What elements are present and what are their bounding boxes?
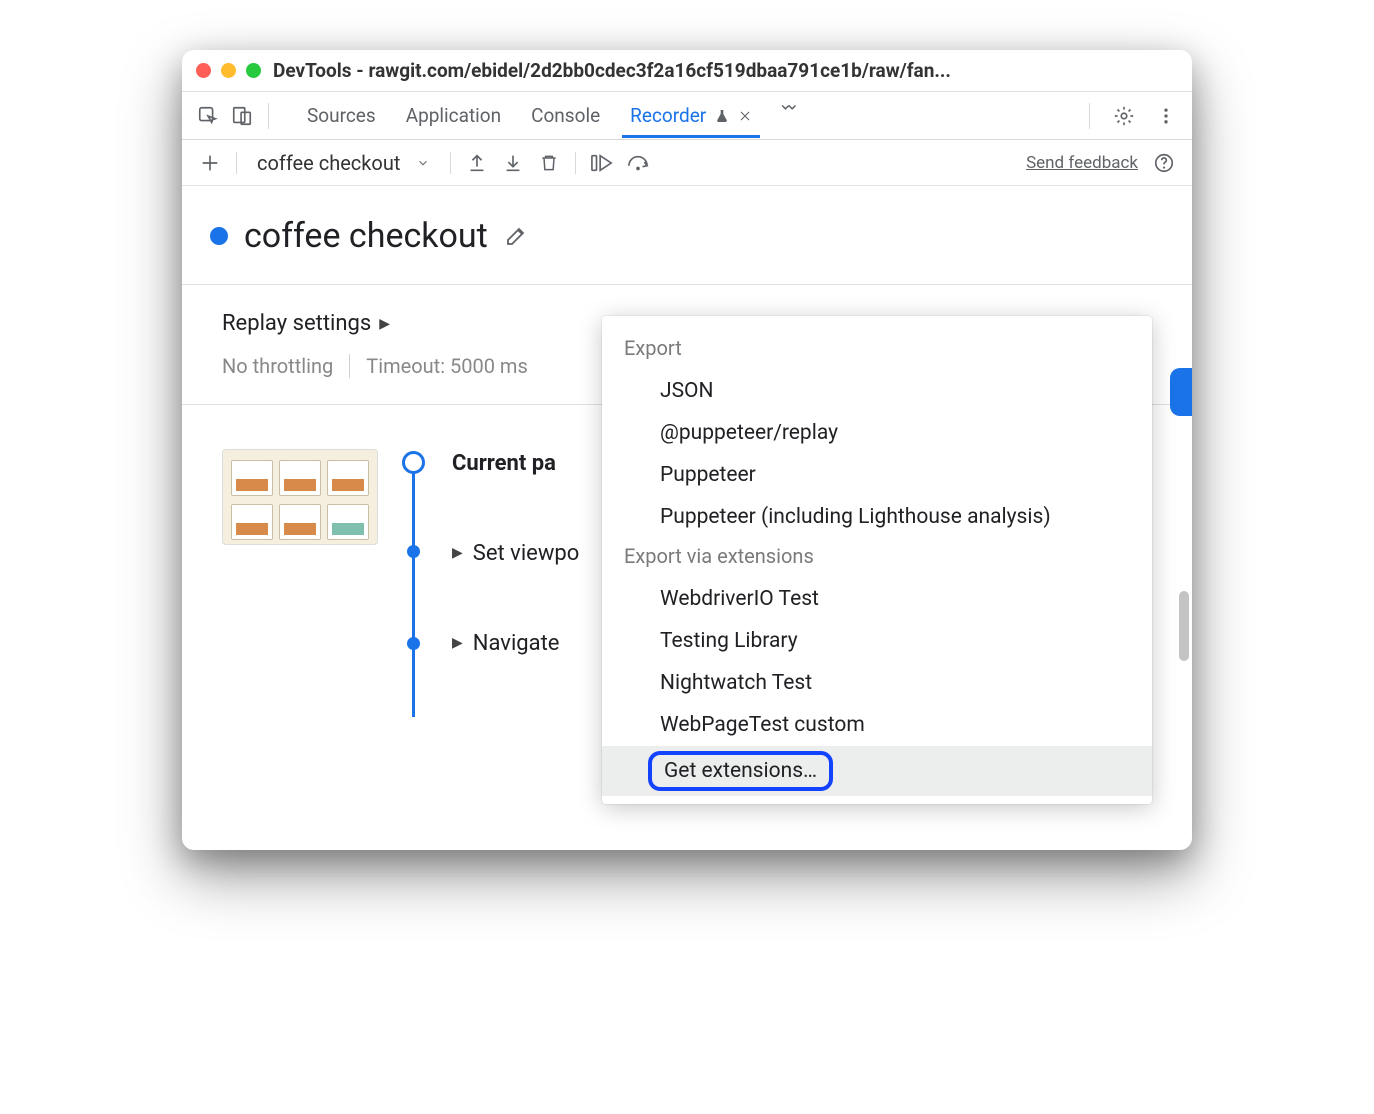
tab-recorder-label: Recorder [630,104,706,127]
recorder-content: coffee checkout Replay settings ▶ No thr… [182,186,1192,850]
divider [575,152,576,174]
divider [236,152,237,174]
export-dropdown: Export JSON @puppeteer/replay Puppeteer … [602,316,1152,804]
tab-application[interactable]: Application [398,94,509,137]
page-thumbnail [222,449,378,545]
inspect-icon[interactable] [194,102,222,130]
titlebar: DevTools - rawgit.com/ebidel/2d2bb0cdec3… [182,50,1192,92]
chevron-down-icon [416,156,430,170]
settings-gear-icon[interactable] [1110,102,1138,130]
throttling-value: No throttling [222,354,333,378]
timeline-dot [407,637,420,650]
window-title: DevTools - rawgit.com/ebidel/2d2bb0cdec3… [273,59,1178,82]
device-toggle-icon[interactable] [228,102,256,130]
recording-selector[interactable]: coffee checkout [247,151,440,175]
timeout-value: Timeout: 5000 ms [366,354,528,378]
devtools-window: DevTools - rawgit.com/ebidel/2d2bb0cdec3… [182,50,1192,850]
help-icon[interactable] [1148,149,1180,177]
replay-settings-label: Replay settings [222,311,371,336]
divider [1089,103,1090,129]
delete-icon[interactable] [533,149,565,177]
divider [349,354,350,378]
export-webdriverio[interactable]: WebdriverIO Test [602,578,1152,620]
kebab-menu-icon[interactable] [1152,102,1180,130]
divider [450,152,451,174]
more-tabs-icon[interactable] [774,94,802,122]
export-ext-section-label: Export via extensions [602,538,1152,578]
get-extensions[interactable]: Get extensions… [602,746,1152,796]
step-label: Current pa [452,451,556,476]
window-controls [196,63,261,78]
export-puppeteer-replay[interactable]: @puppeteer/replay [602,412,1152,454]
scrollbar[interactable] [1179,591,1189,661]
panel-tabs: Sources Application Console Recorder [299,94,802,137]
export-icon[interactable] [461,149,493,177]
close-window-icon[interactable] [196,63,211,78]
panel-tabs-row: Sources Application Console Recorder [182,92,1192,140]
export-testing-library[interactable]: Testing Library [602,620,1152,662]
import-icon[interactable] [497,149,529,177]
tab-console[interactable]: Console [523,94,608,137]
step-over-icon[interactable] [622,149,654,177]
tab-sources[interactable]: Sources [299,94,384,137]
replay-icon[interactable] [586,149,618,177]
export-webpagetest[interactable]: WebPageTest custom [602,704,1152,746]
export-nightwatch[interactable]: Nightwatch Test [602,662,1152,704]
export-section-label: Export [602,330,1152,370]
new-recording-icon[interactable] [194,149,226,177]
export-puppeteer-lighthouse[interactable]: Puppeteer (including Lighthouse analysis… [602,496,1152,538]
export-puppeteer[interactable]: Puppeteer [602,454,1152,496]
recording-selector-label: coffee checkout [257,151,400,175]
send-feedback-link[interactable]: Send feedback [1026,153,1138,173]
timeline-node [402,451,425,474]
tab-recorder[interactable]: Recorder [622,94,760,137]
minimize-window-icon[interactable] [221,63,236,78]
triangle-right-icon: ▶ [452,545,463,561]
step-label: Set viewpo [473,541,580,566]
replay-button-peek[interactable] [1170,368,1192,416]
header-right-icons [1083,102,1180,130]
recorder-toolbar: coffee checkout Send feedback [182,140,1192,186]
step-label: Navigate [473,631,560,656]
edit-icon[interactable] [504,224,528,248]
recording-heading: coffee checkout [182,186,1192,284]
triangle-right-icon: ▶ [452,635,463,651]
triangle-right-icon: ▶ [379,316,390,332]
get-extensions-label: Get extensions… [648,751,833,791]
divider [268,103,269,129]
recording-title: coffee checkout [244,216,488,256]
flask-icon [714,108,730,124]
timeline-line [412,461,415,717]
close-tab-icon[interactable] [738,109,752,123]
recording-indicator-icon [210,227,228,245]
maximize-window-icon[interactable] [246,63,261,78]
export-json[interactable]: JSON [602,370,1152,412]
timeline-dot [407,545,420,558]
